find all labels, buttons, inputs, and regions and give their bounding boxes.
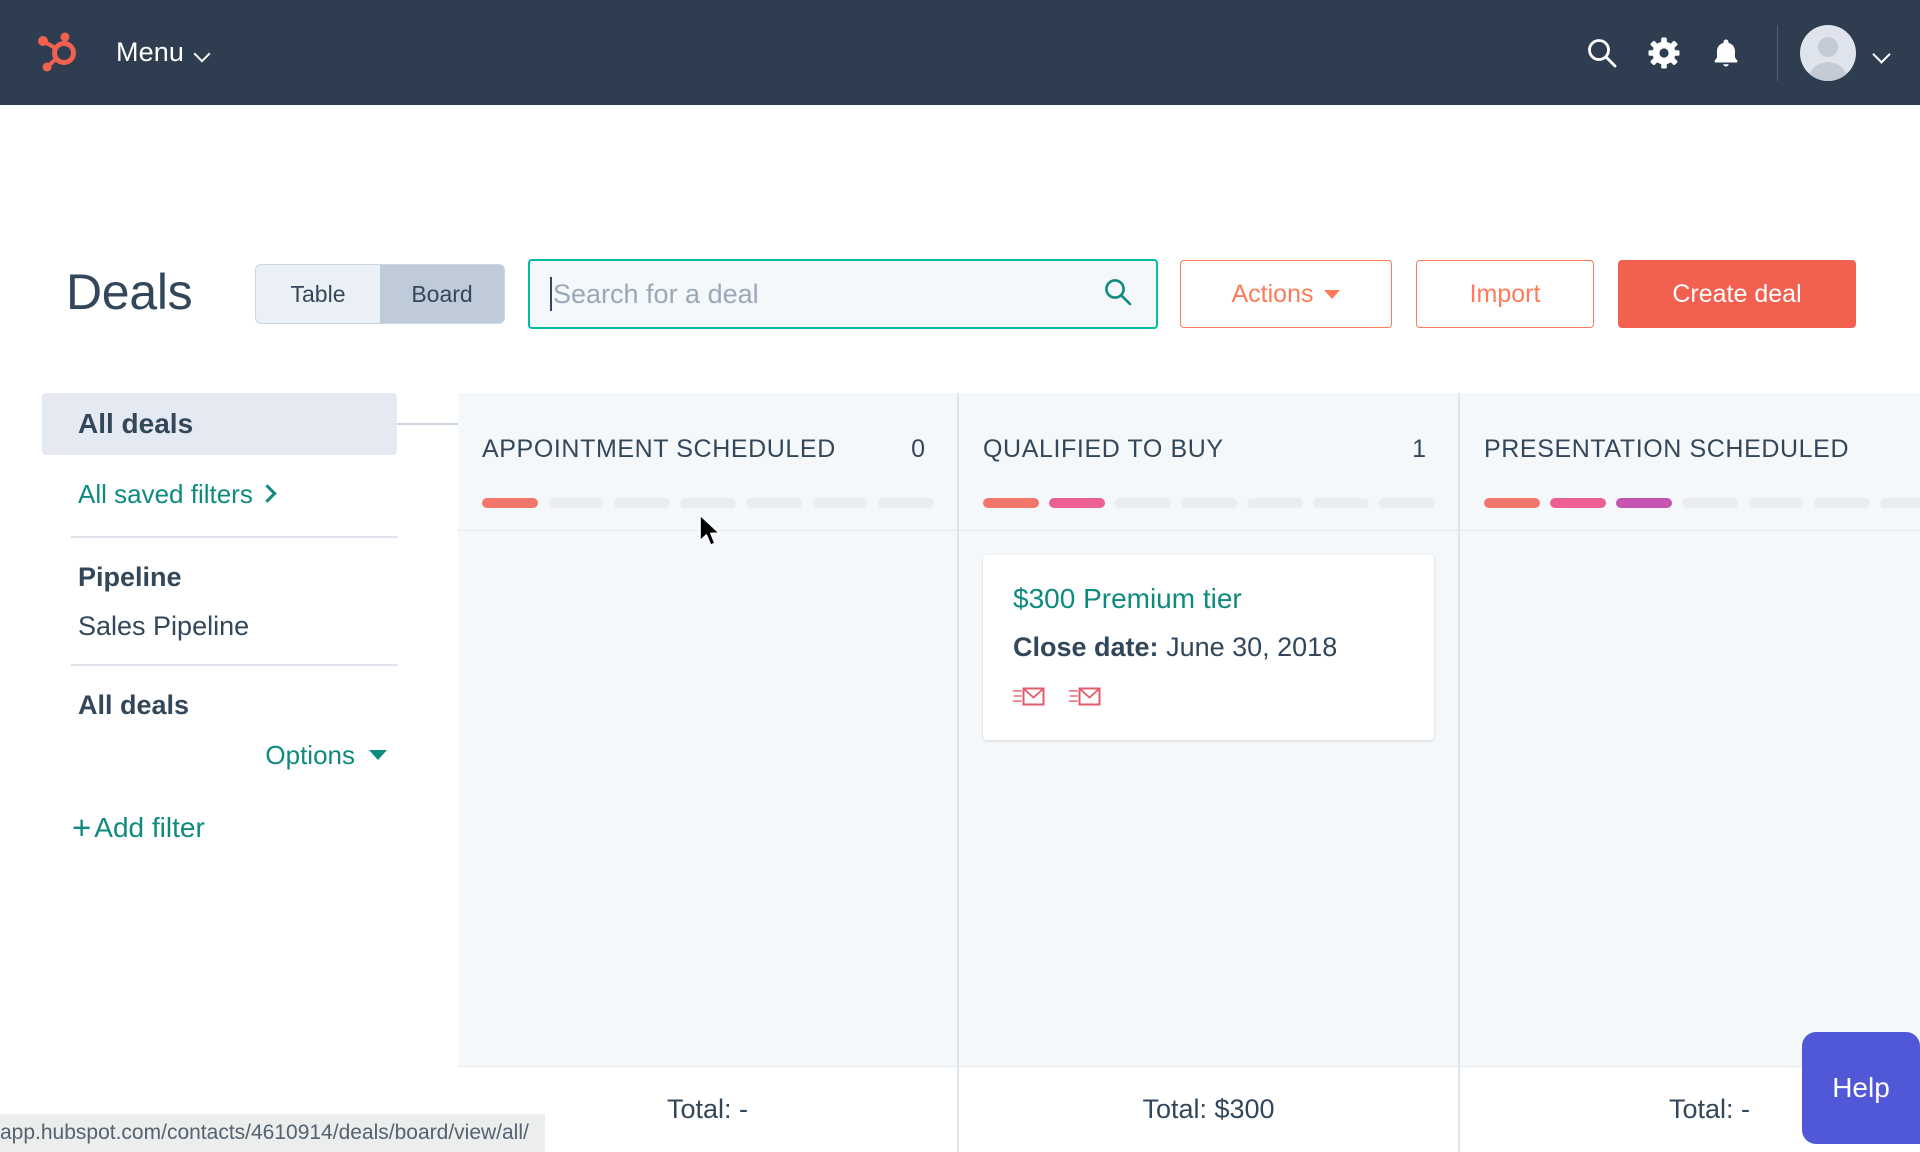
browser-status-bar-url: app.hubspot.com/contacts/4610914/deals/b… — [0, 1114, 545, 1152]
deal-close-date: Close date: June 30, 2018 — [1013, 632, 1404, 663]
menu-dropdown-button[interactable]: Menu — [116, 37, 210, 68]
progress-segment — [1616, 498, 1672, 508]
help-button-label: Help — [1832, 1072, 1890, 1103]
sent-email-icon[interactable] — [1068, 685, 1101, 714]
search-input[interactable] — [553, 278, 1102, 310]
filters-sidebar: All deals All saved filters Pipeline Sal… — [42, 393, 398, 844]
progress-segment — [746, 498, 802, 508]
progress-segment — [1379, 498, 1435, 508]
chevron-right-icon — [258, 483, 277, 503]
gear-icon[interactable] — [1633, 22, 1695, 84]
sent-email-icon[interactable] — [1012, 685, 1045, 714]
column-header: QUALIFIED TO BUY 1 — [959, 393, 1458, 531]
progress-segment — [1748, 498, 1804, 508]
text-caret — [550, 277, 552, 311]
column-count: 1 — [1412, 435, 1426, 463]
column-title: APPOINTMENT SCHEDULED — [482, 435, 836, 463]
progress-segment — [548, 498, 604, 508]
column-dropzone[interactable] — [458, 531, 957, 1066]
hubspot-deals-board-page: Menu Deals Table Board Search for a deal… — [0, 0, 1920, 1152]
actions-button-label: Actions — [1231, 279, 1314, 308]
tab-board[interactable]: Board — [380, 265, 504, 323]
actions-button[interactable]: Actions — [1180, 260, 1392, 328]
column-count: 0 — [911, 435, 925, 463]
account-chevron-down-icon[interactable] — [1874, 48, 1890, 58]
page-title: Deals — [66, 264, 193, 320]
options-dropdown[interactable]: Options — [42, 733, 397, 777]
board-column-appointment-scheduled: APPOINTMENT SCHEDULED 0 Total: - — [458, 393, 959, 1152]
progress-segment — [1550, 498, 1606, 508]
close-date-label: Close date: — [1013, 632, 1159, 662]
search-icon[interactable] — [1571, 22, 1633, 84]
progress-segment — [1814, 498, 1870, 508]
add-filter-button[interactable]: + Add filter — [42, 811, 397, 844]
pipeline-value[interactable]: Sales Pipeline — [42, 611, 397, 642]
progress-segment — [1247, 498, 1303, 508]
pipeline-heading: Pipeline — [78, 562, 182, 592]
stage-progress-bar — [482, 498, 934, 508]
status-url-text: app.hubspot.com/contacts/4610914/deals/b… — [0, 1121, 529, 1144]
sidebar-item-all-deals-label: All deals — [78, 408, 194, 439]
create-deal-button-label: Create deal — [1672, 279, 1802, 308]
progress-segment — [1181, 498, 1237, 508]
import-button-label: Import — [1469, 279, 1541, 308]
column-dropzone[interactable]: $300 Premium tier Close date: June 30, 2… — [959, 531, 1458, 1066]
column-header: PRESENTATION SCHEDULED — [1460, 393, 1920, 531]
column-header: APPOINTMENT SCHEDULED 0 — [458, 393, 957, 531]
progress-segment — [1313, 498, 1369, 508]
hubspot-sprocket-logo-icon[interactable] — [30, 25, 86, 81]
caret-down-icon — [1324, 289, 1341, 299]
column-title: QUALIFIED TO BUY — [983, 435, 1224, 463]
sidebar-item-all-saved-filters[interactable]: All saved filters — [42, 471, 397, 517]
bell-icon[interactable] — [1695, 22, 1757, 84]
tab-table[interactable]: Table — [256, 265, 380, 323]
column-dropzone[interactable] — [1460, 531, 1920, 1066]
help-button[interactable]: Help — [1802, 1032, 1920, 1144]
deal-activity-icons — [1012, 685, 1404, 714]
deals-board: APPOINTMENT SCHEDULED 0 Total: - QUALIFI… — [458, 393, 1920, 1152]
progress-segment — [680, 498, 736, 508]
user-avatar-icon[interactable] — [1800, 24, 1856, 81]
progress-segment — [812, 498, 868, 508]
search-icon[interactable] — [1102, 276, 1134, 313]
filter-heading: All deals — [78, 690, 190, 720]
sidebar-divider-2 — [71, 664, 398, 666]
progress-segment — [1115, 498, 1171, 508]
nav-divider — [1777, 24, 1778, 81]
menu-label: Menu — [116, 37, 184, 67]
close-date-value: June 30, 2018 — [1166, 632, 1338, 662]
avatar-body — [1808, 61, 1848, 81]
progress-segment — [482, 498, 538, 508]
import-button[interactable]: Import — [1416, 260, 1594, 328]
options-label: Options — [265, 739, 355, 770]
progress-segment — [1484, 498, 1540, 508]
progress-segment — [1682, 498, 1738, 508]
column-total: Total: $300 — [959, 1066, 1458, 1152]
stage-progress-bar — [1484, 498, 1920, 508]
add-filter-label: Add filter — [94, 811, 205, 843]
page-header: Deals Table Board Actions Import Create … — [0, 105, 1920, 425]
chevron-down-icon — [195, 48, 210, 57]
top-navigation-actions — [1571, 0, 1920, 105]
deal-card[interactable]: $300 Premium tier Close date: June 30, 2… — [983, 555, 1434, 740]
deal-search-box[interactable] — [528, 259, 1158, 329]
create-deal-button[interactable]: Create deal — [1618, 260, 1856, 328]
sidebar-divider-1 — [71, 536, 398, 538]
progress-segment — [983, 498, 1039, 508]
avatar-head — [1818, 36, 1838, 57]
top-navigation-bar: Menu — [0, 0, 1920, 105]
deal-name-link[interactable]: $300 Premium tier — [1013, 583, 1404, 615]
stage-progress-bar — [983, 498, 1435, 508]
progress-segment — [878, 498, 934, 508]
view-toggle-group: Table Board — [256, 265, 504, 323]
plus-icon: + — [72, 809, 92, 846]
column-title: PRESENTATION SCHEDULED — [1484, 435, 1850, 463]
progress-segment — [1880, 498, 1920, 508]
board-column-qualified-to-buy: QUALIFIED TO BUY 1 $300 Premium tier Clo… — [959, 393, 1460, 1152]
sidebar-item-all-deals[interactable]: All deals — [42, 393, 397, 455]
caret-down-icon — [369, 750, 387, 760]
progress-segment — [614, 498, 670, 508]
all-saved-filters-label: All saved filters — [78, 478, 253, 509]
progress-segment — [1049, 498, 1105, 508]
